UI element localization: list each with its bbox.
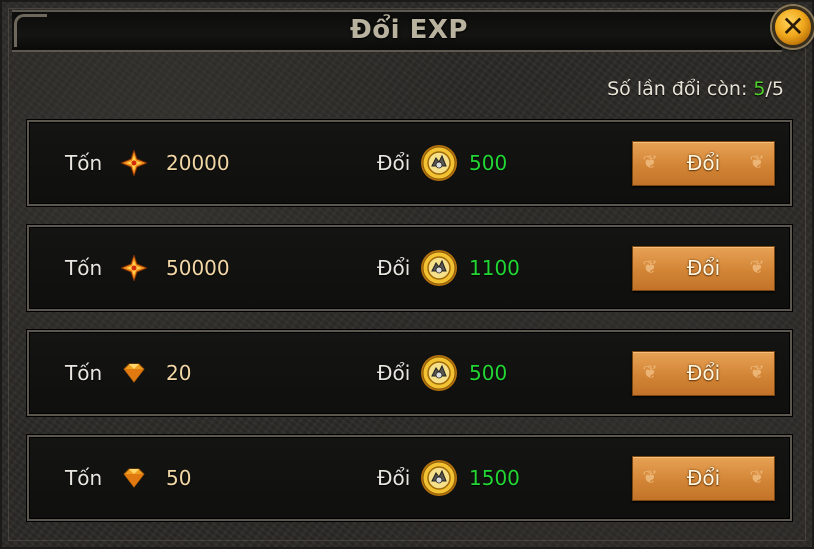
reward-value: 500 — [469, 151, 508, 175]
close-button[interactable]: ✕ — [772, 6, 814, 48]
counter-remaining: 5 — [753, 78, 766, 100]
cost-label: Tốn — [65, 151, 103, 175]
exchange-label: Đổi — [377, 466, 411, 490]
exchange-button[interactable]: ❦ ❦ Đổi — [632, 456, 775, 501]
exp-coin-icon — [421, 355, 457, 391]
exchange-button-label: Đổi — [686, 151, 721, 175]
dialog-title: Đổi EXP — [350, 15, 468, 45]
cost-value: 50 — [166, 466, 192, 490]
star-icon — [121, 255, 147, 281]
exchange-button-label: Đổi — [686, 256, 721, 280]
exchange-button[interactable]: ❦ ❦ Đổi — [632, 246, 775, 291]
close-icon: ✕ — [781, 10, 805, 43]
cost-value: 50000 — [166, 256, 230, 280]
cost-value: 20 — [166, 361, 192, 385]
reward-value: 1500 — [469, 466, 520, 490]
cost-label: Tốn — [65, 361, 103, 385]
exchange-label: Đổi — [377, 361, 411, 385]
exchange-button-label: Đổi — [686, 361, 721, 385]
exp-coin-icon — [421, 460, 457, 496]
exp-coin-icon — [421, 145, 457, 181]
cost-label: Tốn — [65, 466, 103, 490]
exchange-row: Tốn 50000 Đổi 1100 ❦ ❦ Đổi — [27, 225, 792, 311]
exchange-button[interactable]: ❦ ❦ Đổi — [632, 141, 775, 186]
exp-exchange-dialog: Đổi EXP ✕ Số lần đổi còn: 5/5 Tốn 20000 … — [0, 0, 814, 549]
diamond-icon — [123, 468, 145, 488]
reward-value: 500 — [469, 361, 508, 385]
exchange-label: Đổi — [377, 256, 411, 280]
exchange-button[interactable]: ❦ ❦ Đổi — [632, 351, 775, 396]
reward-value: 1100 — [469, 256, 520, 280]
cost-label: Tốn — [65, 256, 103, 280]
counter-prefix: Số lần đổi còn: — [607, 78, 754, 100]
star-icon — [121, 150, 147, 176]
diamond-icon — [123, 363, 145, 383]
exchange-button-label: Đổi — [686, 466, 721, 490]
exchange-row: Tốn 20 Đổi 500 ❦ ❦ Đổi — [27, 330, 792, 416]
exchange-row: Tốn 50 Đổi 1500 ❦ ❦ Đổi — [27, 435, 792, 521]
exchange-label: Đổi — [377, 151, 411, 175]
counter-total: 5 — [771, 78, 784, 100]
exchange-row: Tốn 20000 Đổi 500 ❦ ❦ Đổi — [27, 120, 792, 206]
exchange-counter: Số lần đổi còn: 5/5 — [607, 78, 784, 100]
exp-coin-icon — [421, 250, 457, 286]
cost-value: 20000 — [166, 151, 230, 175]
